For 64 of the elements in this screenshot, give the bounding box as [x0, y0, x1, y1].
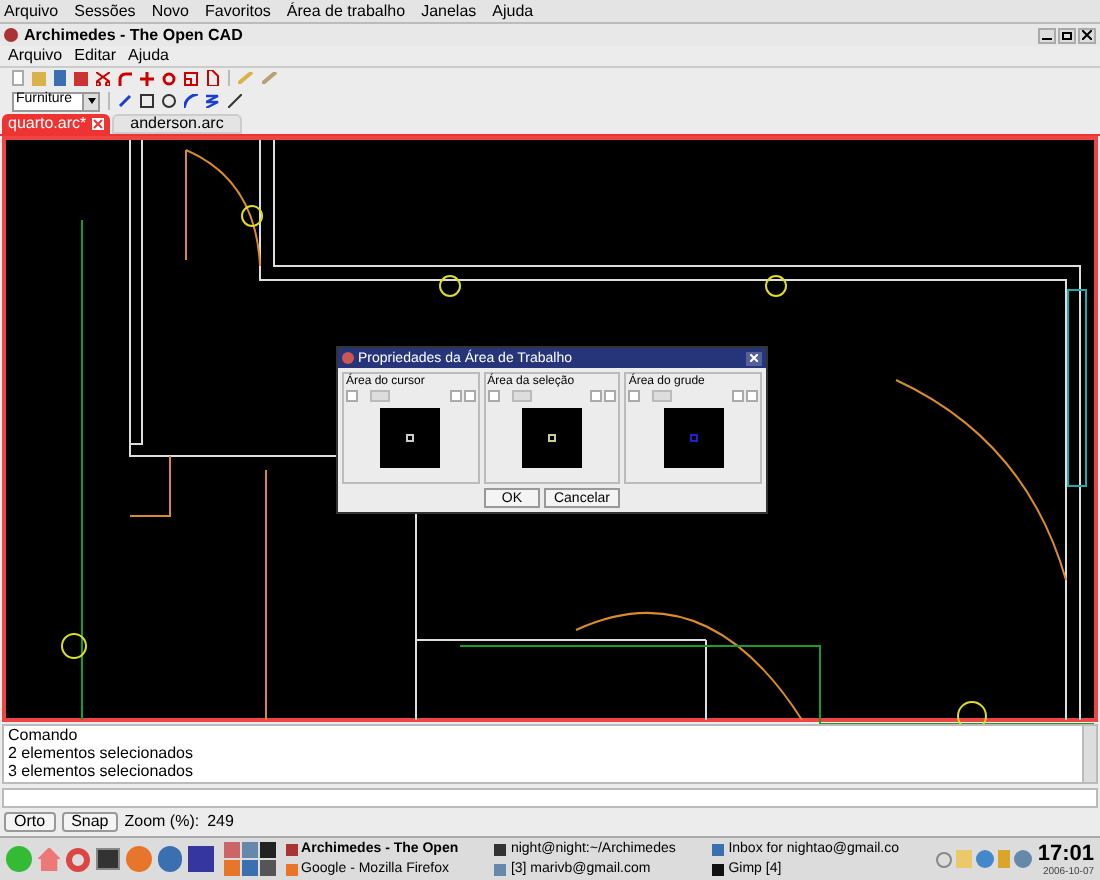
cursor-marker	[406, 434, 415, 442]
pencil-icon[interactable]	[238, 72, 254, 84]
scissors-icon[interactable]	[96, 71, 110, 85]
new-file-icon[interactable]	[12, 70, 24, 86]
menu-item[interactable]: Ajuda	[492, 3, 534, 19]
toggle-button[interactable]: Orto	[4, 811, 56, 831]
rotate-icon[interactable]	[162, 71, 176, 85]
menu-item[interactable]: Área de trabalho	[286, 3, 406, 19]
menu-item[interactable]: Arquivo	[4, 3, 59, 19]
scroll-right-button[interactable]	[746, 390, 759, 402]
maximize-button[interactable]	[1058, 27, 1076, 43]
slider-thumb[interactable]	[511, 390, 532, 402]
scroll-left-button[interactable]	[628, 390, 641, 402]
diagonal-line-icon[interactable]	[228, 94, 242, 108]
command-input[interactable]	[2, 788, 1098, 808]
home-icon[interactable]	[37, 847, 61, 871]
scroll-left-button[interactable]	[346, 390, 358, 402]
close-icon[interactable]	[92, 118, 105, 130]
terminal-icon[interactable]	[96, 848, 121, 870]
move-icon[interactable]	[140, 71, 154, 85]
scale-icon[interactable]	[184, 71, 198, 85]
clock: 17:01	[1037, 841, 1095, 865]
menu-item[interactable]: Novo	[151, 3, 189, 19]
menu-item[interactable]: Ajuda	[128, 48, 169, 64]
mirror-icon[interactable]	[206, 70, 220, 86]
scroll-left-button[interactable]	[487, 390, 500, 402]
close-button[interactable]	[746, 351, 762, 365]
window-title: Archimedes - The Open CAD	[24, 23, 243, 47]
minimize-button[interactable]	[1038, 27, 1056, 43]
log-line: Comando	[8, 726, 80, 744]
app-icon	[4, 28, 18, 42]
polyline-icon[interactable]	[206, 94, 220, 108]
toggle-button[interactable]: Snap	[61, 811, 119, 831]
magnifier-icon[interactable]	[935, 851, 952, 867]
arc-icon[interactable]	[184, 94, 198, 108]
circle-icon[interactable]	[162, 94, 176, 108]
log-line: 2 elementos selecionados	[8, 744, 196, 762]
menu-item[interactable]: Favoritos	[205, 3, 271, 19]
close-button[interactable]	[1078, 27, 1096, 43]
menu-item[interactable]: Janelas	[421, 3, 477, 19]
file-tab[interactable]: anderson.arc	[112, 114, 242, 134]
menu-item[interactable]: Sessões	[74, 3, 136, 19]
scrollbar[interactable]	[1082, 726, 1096, 782]
app-icon	[342, 352, 354, 364]
scroll-left-button[interactable]	[590, 390, 603, 402]
log-line: 3 elementos selecionados	[8, 762, 196, 780]
scroll-left-button[interactable]	[449, 390, 462, 402]
cursor-marker	[548, 434, 556, 442]
zoom-spinner[interactable]: 249	[205, 812, 266, 830]
zoom-label: Zoom (%):	[124, 812, 200, 830]
dropdown-arrow-icon[interactable]	[87, 98, 95, 104]
menu-item[interactable]: Arquivo	[8, 48, 63, 64]
scroll-right-button[interactable]	[463, 390, 476, 402]
file-tab[interactable]: quarto.arc*	[2, 114, 111, 134]
rectangle-icon[interactable]	[140, 94, 154, 108]
cursor-marker	[689, 434, 698, 442]
eraser-icon[interactable]	[262, 72, 278, 84]
fillet-icon[interactable]	[118, 71, 132, 85]
menu-item[interactable]: Editar	[74, 48, 117, 64]
slider-thumb[interactable]	[652, 390, 673, 402]
line-icon[interactable]	[118, 94, 132, 108]
scroll-left-button[interactable]	[732, 390, 745, 402]
slider-thumb[interactable]	[370, 390, 390, 402]
scroll-right-button[interactable]	[604, 390, 617, 402]
